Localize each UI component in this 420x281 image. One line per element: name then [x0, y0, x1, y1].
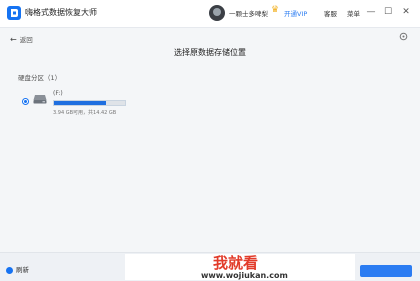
app-title: 嗨格式数据恢复大师 — [25, 8, 97, 17]
refresh-button[interactable]: 刷新 — [6, 264, 29, 274]
minimize-button[interactable]: — — [364, 4, 378, 20]
crown-icon: ♛ — [271, 5, 280, 15]
drive-size: 3.94 GB可用，共14.42 GB — [53, 110, 117, 116]
avatar[interactable] — [209, 5, 225, 21]
watermark-url: www.wojiukan.com — [201, 271, 288, 280]
next-button[interactable] — [360, 265, 412, 277]
back-label: 返回 — [19, 36, 33, 44]
app-logo-icon — [7, 6, 21, 20]
refresh-label: 刷新 — [16, 266, 29, 274]
back-button[interactable]: ← 返回 — [10, 34, 33, 44]
hard-drive-icon — [33, 95, 47, 104]
close-button[interactable]: ✕ — [399, 4, 413, 20]
maximize-button[interactable]: ☐ — [381, 4, 395, 20]
arrow-left-icon: ← — [10, 35, 17, 44]
title-bar: 嗨格式数据恢复大师 一颗士多啤梨 ♛ 开通VIP 客服 菜单 — ☐ ✕ — [0, 0, 420, 28]
refresh-icon — [6, 266, 13, 274]
drive-usage-bar — [53, 100, 126, 106]
customer-service-button[interactable]: 客服 — [324, 8, 337, 18]
scope-icon[interactable] — [399, 32, 408, 41]
watermark-text: 我就看 — [213, 254, 258, 272]
drive-usage-fill — [54, 101, 106, 105]
page-title: 选择原数据存储位置 — [174, 48, 246, 57]
section-label: 硬盘分区（1） — [18, 74, 62, 82]
drive-radio[interactable] — [22, 98, 29, 105]
menu-button[interactable]: 菜单 — [347, 8, 360, 18]
username[interactable]: 一颗士多啤梨 — [229, 8, 268, 18]
drive-name: (F:) — [53, 90, 63, 97]
watermark: 我就看 www.wojiukan.com — [125, 254, 355, 280]
main-content: ← 返回 选择原数据存储位置 硬盘分区（1） (F:) 3.94 GB可用，共14… — [0, 28, 420, 252]
open-vip-link[interactable]: 开通VIP — [284, 8, 307, 18]
drive-item[interactable]: (F:) 3.94 GB可用，共14.42 GB — [18, 88, 138, 118]
